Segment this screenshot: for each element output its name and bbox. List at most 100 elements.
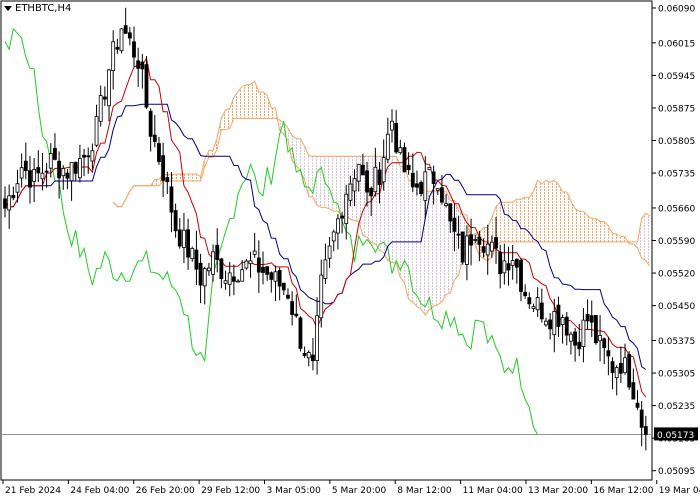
candle-body [215, 244, 220, 260]
candle-body [469, 234, 473, 246]
candle-body [11, 194, 16, 199]
candle-body [240, 269, 245, 282]
candle-body [231, 276, 236, 282]
candle-body [44, 170, 49, 173]
candle-body [535, 297, 540, 311]
y-tick-label: 0.05305 [658, 370, 695, 380]
y-tick-label: 0.05095 [658, 467, 695, 477]
candle-body [177, 229, 182, 247]
ichimoku-cloud-segment [329, 156, 334, 212]
candle-body [165, 177, 170, 183]
candle-body [286, 294, 290, 299]
candle-body [431, 171, 436, 184]
candle-body [7, 195, 12, 211]
ichimoku-cloud-segment [183, 173, 189, 182]
candle-body [78, 158, 82, 179]
candle-body [506, 263, 511, 271]
y-tick-label: 0.05735 [658, 170, 695, 180]
candle-body [643, 426, 648, 435]
ichimoku-cloud-segment [387, 156, 392, 263]
candle-body [86, 155, 91, 158]
ichimoku-cloud-segment [516, 199, 521, 242]
candle-body [494, 237, 498, 249]
y-tick-label: 0.05945 [658, 72, 695, 82]
ichimoku-cloud-segment [579, 211, 584, 242]
candle-body [502, 260, 507, 274]
candle-body [36, 167, 41, 174]
ichimoku-cloud-segment [562, 191, 567, 242]
x-tick-label: 8 Mar 12:00 [397, 486, 452, 496]
candle-body [248, 260, 253, 265]
candle-body [573, 331, 577, 346]
y-tick-label: 0.05660 [658, 204, 695, 214]
candle-body [460, 231, 465, 263]
ichimoku-cloud-segment [412, 182, 417, 307]
ichimoku-cloud-segment [525, 197, 530, 242]
ichimoku-cloud-segment [600, 221, 605, 242]
y-tick-label: 0.05590 [658, 237, 695, 247]
candle-body [598, 335, 602, 342]
ichimoku-cloud-segment [437, 191, 442, 305]
candle-body [169, 186, 174, 213]
x-tick-label: 19 Mar 04:00 [659, 486, 700, 496]
candle-body [323, 259, 328, 279]
dropdown-triangle-icon[interactable] [4, 6, 12, 11]
symbol-title[interactable]: ETHBTC,H4 [4, 3, 71, 14]
candle-body [265, 266, 270, 275]
candle-body [211, 251, 215, 275]
candle-body [435, 188, 440, 191]
ichimoku-cloud-segment [508, 202, 513, 242]
ichimoku-cloud-segment [242, 84, 247, 119]
candle-body [577, 341, 582, 350]
candle-body [373, 166, 378, 193]
candle-body [182, 229, 186, 248]
candle-body [136, 60, 141, 69]
candle-body [281, 282, 286, 291]
ichimoku-cloud-segment [587, 215, 592, 242]
candle-body [219, 258, 224, 279]
candle-body [28, 170, 32, 188]
ichimoku-cloud-segment [521, 197, 526, 242]
candle-body [23, 160, 28, 171]
ichimoku-cloud-segment [225, 108, 230, 130]
candle-body [223, 280, 228, 284]
ichimoku-cloud-segment [433, 191, 438, 307]
ichimoku-cloud-segment [188, 173, 193, 182]
candle-body [423, 171, 428, 201]
candle-body [90, 150, 95, 162]
candle-body [410, 172, 415, 188]
candle-body [277, 270, 282, 287]
x-tick-label: 13 Mar 20:00 [528, 486, 588, 496]
candle-body [344, 193, 349, 225]
candle-body [73, 161, 78, 174]
candle-body [236, 280, 240, 283]
candle-body [340, 215, 344, 219]
ichimoku-cloud-segment [325, 156, 330, 209]
ichimoku-cloud-segment [396, 156, 401, 278]
candle-body [107, 69, 111, 107]
y-tick-label: 0.06015 [658, 39, 695, 49]
candle-body [531, 306, 536, 309]
candle-body [610, 361, 615, 373]
candle-body [581, 319, 586, 347]
y-tick-label: 0.05875 [658, 104, 695, 114]
candle-body [61, 168, 66, 177]
candle-body [485, 243, 490, 256]
ichimoku-cloud-segment [367, 156, 372, 243]
candle-body [465, 235, 469, 265]
candle-body [273, 271, 278, 282]
ichimoku-cloud-segment [591, 218, 596, 242]
candle-body [385, 133, 390, 160]
y-tick-label: 0.05805 [658, 137, 695, 147]
candle-body [319, 274, 324, 319]
candle-body [635, 402, 640, 408]
x-tick-label: 29 Feb 12:00 [201, 486, 260, 496]
candle-body [15, 183, 20, 193]
candle-body [132, 41, 136, 58]
candle-body [544, 320, 548, 326]
candle-body [456, 233, 461, 236]
ichimoku-cloud-segment [575, 208, 580, 242]
candle-body [302, 352, 307, 356]
candle-body [19, 167, 24, 179]
candle-body [244, 260, 249, 269]
